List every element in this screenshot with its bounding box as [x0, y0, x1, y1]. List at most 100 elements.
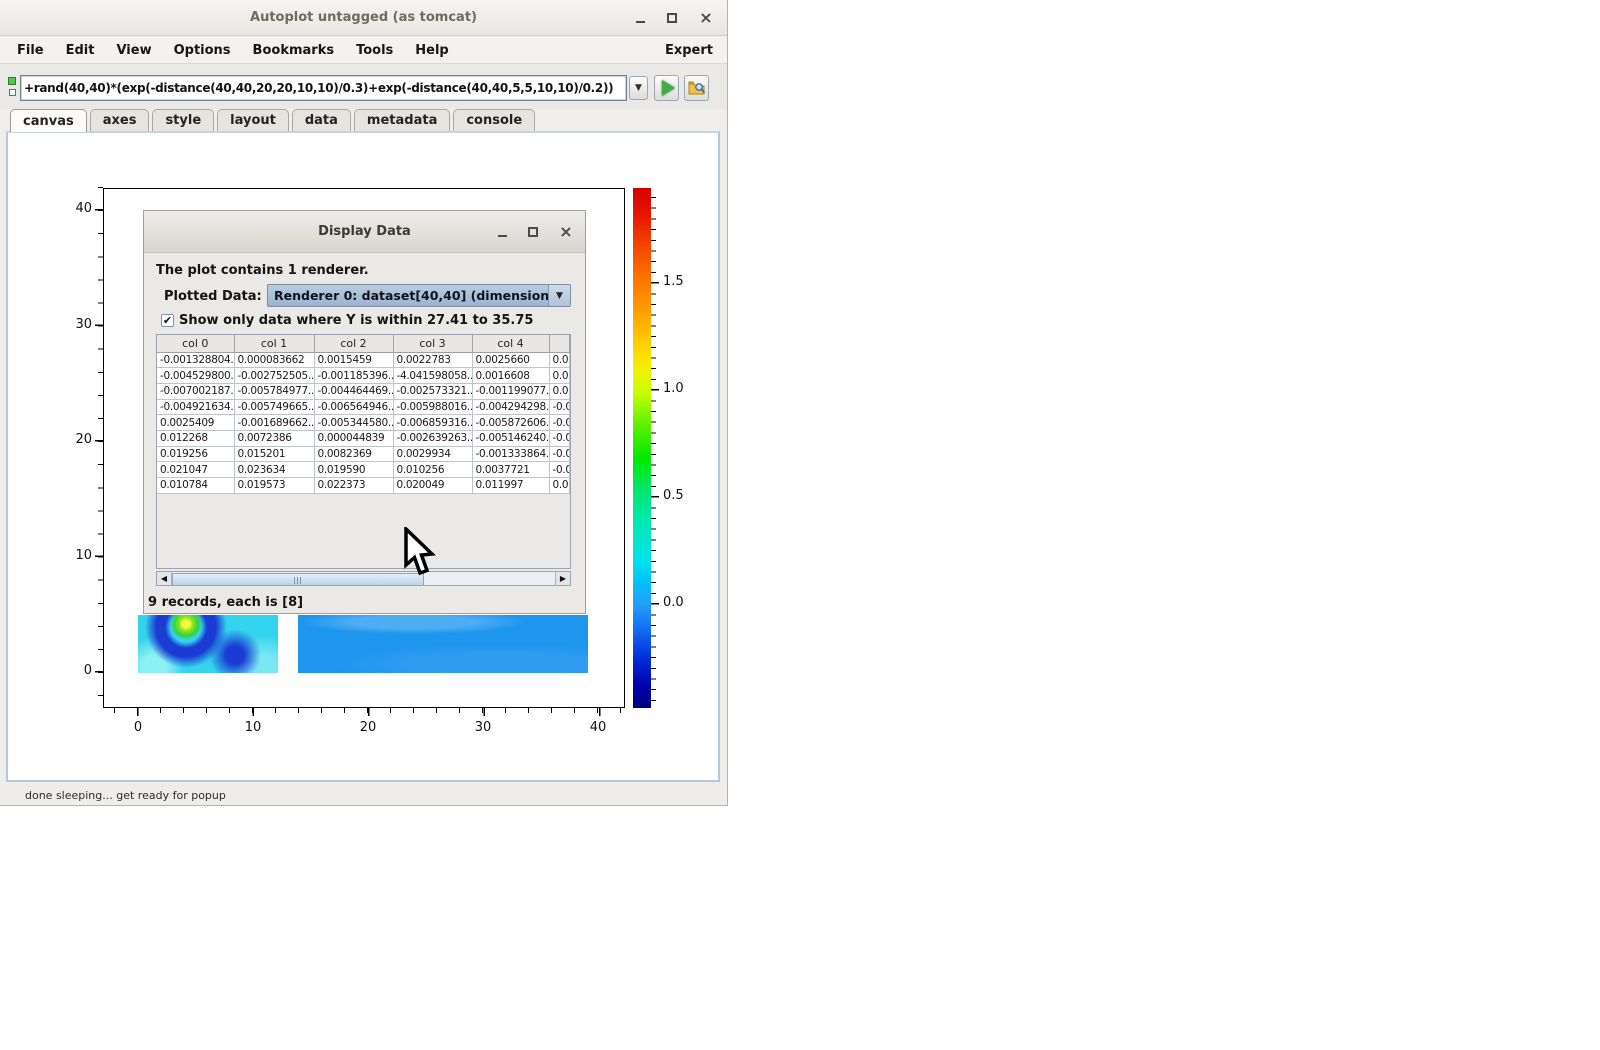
menu-view[interactable]: View — [105, 37, 162, 63]
table-cell[interactable]: -0.001333864... — [472, 446, 549, 462]
tab-canvas[interactable]: canvas — [10, 109, 87, 132]
tab-metadata[interactable]: metadata — [354, 109, 450, 131]
x-tick-label: 40 — [578, 720, 618, 738]
table-cell[interactable]: -4.041598058... — [393, 368, 472, 384]
table-cell[interactable]: -0.004294298... — [472, 399, 549, 415]
table-cell[interactable]: 0.011997 — [472, 478, 549, 494]
table-cell[interactable]: 0.023634 — [234, 462, 314, 478]
tab-axes[interactable]: axes — [90, 109, 150, 131]
table-cell[interactable]: -0.006859316... — [393, 415, 472, 431]
table-cell[interactable]: 0.010256 — [393, 462, 472, 478]
table-cell[interactable]: -0.0 — [549, 415, 569, 431]
filter-checkbox[interactable]: ✔ — [161, 314, 174, 327]
menu-file[interactable]: File — [6, 37, 55, 63]
table-cell[interactable]: -0.002573321... — [393, 383, 472, 399]
table-cell[interactable]: 0.019256 — [157, 446, 234, 462]
horizontal-scrollbar[interactable]: ◀ ▶ — [156, 571, 571, 586]
close-icon[interactable]: × — [699, 11, 713, 25]
tab-data[interactable]: data — [292, 109, 351, 131]
table-cell[interactable]: 0.021047 — [157, 462, 234, 478]
menu-bookmarks[interactable]: Bookmarks — [242, 37, 346, 63]
expert-menu[interactable]: Expert — [654, 37, 727, 63]
table-cell[interactable]: -0.007002187... — [157, 383, 234, 399]
table-cell[interactable]: -0.005146240... — [472, 430, 549, 446]
menu-help[interactable]: Help — [404, 37, 459, 63]
table-cell[interactable]: 0.019590 — [314, 462, 393, 478]
table-cell[interactable]: -0.005784977... — [234, 383, 314, 399]
table-cell[interactable]: 0.0025409 — [157, 415, 234, 431]
table-cell[interactable]: 0.022373 — [314, 478, 393, 494]
dialog-minimize-icon[interactable] — [498, 228, 507, 237]
uri-dropdown-button[interactable]: ▼ — [629, 76, 648, 100]
table-cell[interactable]: 0.0025660 — [472, 352, 549, 368]
table-row: -0.001328804... 0.000083662 0.0015459 0.… — [157, 352, 569, 368]
scrollbar-thumb[interactable] — [172, 573, 424, 586]
inspect-uri-button[interactable] — [684, 75, 709, 101]
table-cell[interactable]: -0.001328804... — [157, 352, 234, 368]
table-row: 0.019256 0.015201 0.0082369 0.0029934 -0… — [157, 446, 569, 462]
combo-arrow-icon[interactable]: ▼ — [548, 285, 570, 306]
table-cell[interactable]: 0.000044839 — [314, 430, 393, 446]
minimize-icon[interactable] — [636, 14, 645, 23]
table-cell[interactable]: -0.004529800... — [157, 368, 234, 384]
plotted-data-combobox[interactable]: Renderer 0: dataset[40,40] (dimension...… — [267, 284, 571, 307]
menu-tools[interactable]: Tools — [345, 37, 404, 63]
table-cell[interactable]: -0.004921634... — [157, 399, 234, 415]
table-cell[interactable]: 0.0082369 — [314, 446, 393, 462]
dialog-close-icon[interactable]: × — [559, 225, 573, 239]
dialog-maximize-icon[interactable] — [528, 227, 538, 237]
table-cell[interactable]: 0.019573 — [234, 478, 314, 494]
table-cell[interactable]: 0.00 — [549, 352, 569, 368]
column-header[interactable]: col 2 — [314, 335, 393, 352]
menu-options[interactable]: Options — [163, 37, 242, 63]
colorbar[interactable] — [633, 188, 651, 708]
column-header[interactable]: col 3 — [393, 335, 472, 352]
table-cell[interactable]: -0.004464469... — [314, 383, 393, 399]
table-cell[interactable]: 0.0015459 — [314, 352, 393, 368]
column-header[interactable]: col 0 — [157, 335, 234, 352]
table-row: 0.0025409 -0.001689662... -0.005344580..… — [157, 415, 569, 431]
table-cell[interactable]: -0.0 — [549, 462, 569, 478]
table-cell[interactable]: -0.001689662... — [234, 415, 314, 431]
y-tick-label: 10 — [52, 548, 92, 566]
table-cell[interactable]: 0.020049 — [393, 478, 472, 494]
table-cell[interactable]: 0.010784 — [157, 478, 234, 494]
table-cell[interactable]: -0.001199077... — [472, 383, 549, 399]
window-titlebar[interactable]: Autoplot untagged (as tomcat) × — [0, 0, 727, 36]
table-cell[interactable]: 0.0022783 — [393, 352, 472, 368]
table-cell[interactable]: 0.000083662 — [234, 352, 314, 368]
tab-console[interactable]: console — [453, 109, 535, 131]
table-cell[interactable]: -0.005988016... — [393, 399, 472, 415]
table-cell[interactable]: 0.00 — [549, 383, 569, 399]
maximize-icon[interactable] — [667, 13, 677, 23]
table-cell[interactable]: 0.0072386 — [234, 430, 314, 446]
go-button[interactable] — [654, 75, 679, 101]
table-cell[interactable]: -0.005344580... — [314, 415, 393, 431]
column-header[interactable] — [549, 335, 569, 352]
tab-style[interactable]: style — [152, 109, 214, 131]
table-cell[interactable]: 0.0029934 — [393, 446, 472, 462]
table-cell[interactable]: -0.0 — [549, 446, 569, 462]
table-cell[interactable]: 0.015201 — [234, 446, 314, 462]
table-cell[interactable]: 0.00 — [549, 478, 569, 494]
table-cell[interactable]: -0.0 — [549, 399, 569, 415]
scroll-right-icon[interactable]: ▶ — [555, 572, 570, 585]
table-cell[interactable]: -0.005749665... — [234, 399, 314, 415]
table-cell[interactable]: -0.001185396... — [314, 368, 393, 384]
table-cell[interactable]: -0.006564946... — [314, 399, 393, 415]
table-cell[interactable]: -0.002752505... — [234, 368, 314, 384]
table-cell[interactable]: 0.012268 — [157, 430, 234, 446]
column-header[interactable]: col 1 — [234, 335, 314, 352]
tab-layout[interactable]: layout — [217, 109, 289, 131]
table-cell[interactable]: 0.0016608 — [472, 368, 549, 384]
dialog-titlebar[interactable]: Display Data × — [144, 211, 585, 253]
menu-edit[interactable]: Edit — [55, 37, 106, 63]
table-cell[interactable]: 0.0037721 — [472, 462, 549, 478]
table-cell[interactable]: 0.00 — [549, 368, 569, 384]
column-header[interactable]: col 4 — [472, 335, 549, 352]
table-cell[interactable]: -0.0 — [549, 430, 569, 446]
table-cell[interactable]: -0.002639263... — [393, 430, 472, 446]
table-cell[interactable]: -0.005872606... — [472, 415, 549, 431]
scroll-left-icon[interactable]: ◀ — [157, 572, 172, 585]
uri-input[interactable] — [20, 75, 627, 101]
